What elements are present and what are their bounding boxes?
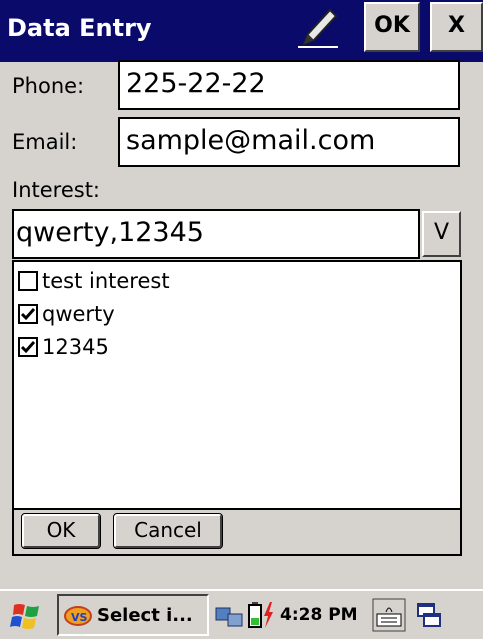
list-button-panel: OK Cancel — [12, 510, 462, 556]
pen-icon — [298, 8, 338, 48]
list-ok-button[interactable]: OK — [21, 513, 101, 549]
taskbar: VS Select i... 4:28 PM — [0, 589, 483, 639]
check-icon — [21, 341, 35, 354]
list-item-label: test interest — [42, 269, 170, 293]
checkbox-checked[interactable] — [18, 304, 38, 324]
battery-icon[interactable] — [248, 600, 262, 630]
network-icon[interactable] — [214, 600, 246, 630]
windows-start-icon[interactable] — [10, 601, 44, 631]
task-button-label: Select i... — [97, 604, 193, 626]
title-bar: Data Entry OK X — [0, 0, 483, 62]
close-button[interactable]: X — [430, 2, 483, 52]
phone-label: Phone: — [12, 74, 85, 98]
list-item[interactable]: qwerty — [18, 299, 115, 329]
email-field[interactable]: sample@mail.com — [118, 117, 460, 167]
windows-switch-icon[interactable] — [416, 600, 442, 630]
checkbox-unchecked[interactable] — [18, 271, 38, 291]
input-method-button[interactable] — [290, 0, 346, 52]
interest-label: Interest: — [12, 178, 100, 202]
interest-list: test interest qwerty 12345 — [12, 260, 462, 510]
email-label: Email: — [12, 130, 78, 154]
list-item[interactable]: test interest — [18, 266, 170, 296]
app-icon: VS — [64, 606, 92, 626]
check-icon — [21, 308, 35, 321]
list-item-label: qwerty — [42, 302, 115, 326]
titlebar-ok-button[interactable]: OK — [364, 2, 420, 52]
list-cancel-button[interactable]: Cancel — [113, 513, 223, 549]
task-button[interactable]: VS Select i... — [57, 594, 209, 636]
checkbox-checked[interactable] — [18, 337, 38, 357]
window-title: Data Entry — [7, 14, 152, 42]
list-item-label: 12345 — [42, 335, 109, 359]
system-tray: 4:28 PM — [214, 594, 483, 636]
interest-combo-field[interactable]: qwerty,12345 — [12, 209, 420, 259]
phone-field[interactable]: 225-22-22 — [118, 60, 460, 110]
keyboard-icon[interactable] — [372, 598, 406, 632]
list-item[interactable]: 12345 — [18, 332, 109, 362]
clock[interactable]: 4:28 PM — [280, 605, 358, 625]
charging-icon — [264, 602, 273, 628]
svg-text:VS: VS — [71, 611, 88, 624]
interest-dropdown-button[interactable]: V — [422, 211, 461, 257]
